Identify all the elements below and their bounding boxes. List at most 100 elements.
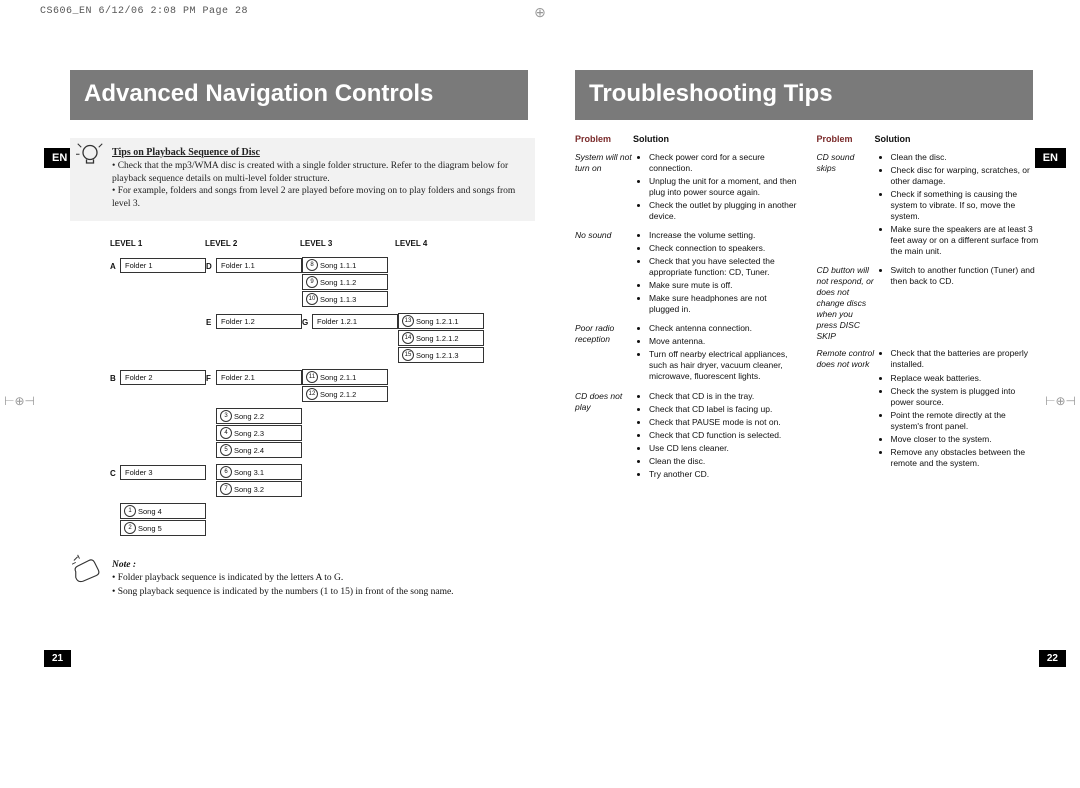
ts-solution-item: Check that you have selected the appropr… (649, 256, 799, 278)
header-solution: Solution (633, 134, 799, 146)
ts-solution: Check power cord for a secure connection… (637, 152, 799, 224)
title-troubleshooting: Troubleshooting Tips (575, 70, 1033, 120)
crop-mark-right: ⊢⊕⊣ (1045, 394, 1076, 408)
ts-solution-item: Make sure the speakers are at least 3 fe… (891, 224, 1041, 257)
ts-solution: Clean the disc. Check disc for warping, s… (879, 152, 1041, 259)
level-4: LEVEL 4 (395, 239, 490, 248)
ts-solution: Increase the volume setting. Check connec… (637, 230, 799, 317)
lang-tab-right: EN (1035, 148, 1066, 168)
ts-solution: Switch to another function (Tuner) and t… (879, 265, 1041, 342)
songs-root: 1Song 4 2Song 5 (120, 502, 206, 537)
ts-row: CD does not playCheck that CD is in the … (575, 391, 799, 482)
marker-f: F (206, 368, 216, 403)
ts-solution: Check antenna connection. Move antenna. Tu… (637, 323, 799, 384)
ts-solution-item: Check that the batteries are properly in… (891, 348, 1041, 370)
folder-1-2-1: Folder 1.2.1 (312, 314, 398, 329)
page-number-right: 22 (1039, 650, 1066, 667)
ts-solution-item: Check that CD is in the tray. (649, 391, 799, 402)
ts-solution-item: Increase the volume setting. (649, 230, 799, 241)
ts-solution-item: Check the system is plugged into power s… (891, 386, 1041, 408)
level-2: LEVEL 2 (205, 239, 300, 248)
ts-solution-item: Replace weak batteries. (891, 373, 1041, 384)
ts-solution-item: Check the outlet by plugging in another … (649, 200, 799, 222)
ts-problem: Remote control does not work (817, 348, 879, 470)
songs-d: 8Song 1.1.1 9Song 1.1.2 10Song 1.1.3 (302, 256, 388, 308)
print-header: CS606_EN 6/12/06 2:08 PM Page 28 (40, 6, 248, 17)
tips-line-1: • Check that the mp3/WMA disc is created… (112, 161, 508, 184)
tips-line-2: • For example, folders and songs from le… (112, 186, 515, 209)
ts-row: Remote control does not work Check that t… (817, 348, 1041, 470)
ts-solution-item: Move closer to the system. (891, 434, 1041, 445)
level-1: LEVEL 1 (110, 239, 205, 248)
ts-solution-item: Remove any obstacles between the remote … (891, 447, 1041, 469)
ts-solution-item: Clean the disc. (891, 152, 1041, 163)
marker-b: B (110, 368, 120, 403)
ts-problem: CD button will not respond, or does not … (817, 265, 879, 342)
ts-solution-item: Check connection to speakers. (649, 243, 799, 254)
level-3: LEVEL 3 (300, 239, 395, 248)
folder-2-1: Folder 2.1 (216, 370, 302, 385)
hand-icon (72, 553, 102, 583)
folder-1-1: Folder 1.1 (216, 258, 302, 273)
page-number-left: 21 (44, 650, 71, 667)
header-solution-2: Solution (875, 134, 1041, 146)
folder-diagram: LEVEL 1 LEVEL 2 LEVEL 3 LEVEL 4 A Folder… (110, 239, 535, 537)
crop-mark-top: ⊕ (534, 4, 546, 21)
note-box: Note : • Folder playback sequence is ind… (70, 559, 535, 599)
ts-solution-item: Clean the disc. (649, 456, 799, 467)
ts-row: CD button will not respond, or does not … (817, 265, 1041, 342)
ts-solution: Check that CD is in the tray. Check that … (637, 391, 799, 482)
ts-row: Poor radio receptionCheck antenna connec… (575, 323, 799, 384)
songs-b: 3Song 2.2 4Song 2.3 5Song 2.4 (216, 407, 302, 459)
ts-problem: Poor radio reception (575, 323, 637, 384)
ts-row: System will not turn onCheck power cord … (575, 152, 799, 224)
ts-solution-item: Switch to another function (Tuner) and t… (891, 265, 1041, 287)
note-line-2: • Song playback sequence is indicated by… (112, 587, 454, 597)
ts-solution-item: Check if something is causing the system… (891, 189, 1041, 222)
marker-g: G (302, 312, 312, 364)
songs-g: 13Song 1.2.1.1 14Song 1.2.1.2 15Song 1.2… (398, 312, 484, 364)
ts-solution-item: Make sure headphones are not plugged in. (649, 293, 799, 315)
folder-2: Folder 2 (120, 370, 206, 385)
ts-solution: Check that the batteries are properly in… (879, 348, 1041, 470)
folder-3: Folder 3 (120, 465, 206, 480)
songs-f: 11Song 2.1.1 12Song 2.1.2 (302, 368, 388, 403)
ts-solution-item: Point the remote directly at the system'… (891, 410, 1041, 432)
ts-solution-item: Make sure mute is off. (649, 280, 799, 291)
ts-solution-item: Use CD lens cleaner. (649, 443, 799, 454)
ts-solution-item: Move antenna. (649, 336, 799, 347)
page-right: Troubleshooting Tips EN Problem Solution… (575, 70, 1040, 599)
tips-heading: Tips on Playback Sequence of Disc (112, 147, 260, 158)
marker-d: D (206, 256, 216, 308)
note-line-1: • Folder playback sequence is indicated … (112, 573, 343, 583)
ts-solution-item: Turn off nearby electrical appliances, s… (649, 349, 799, 382)
ts-row: CD sound skips Clean the disc. Check disc … (817, 152, 1041, 259)
ts-problem: CD sound skips (817, 152, 879, 259)
marker-e: E (206, 312, 216, 364)
page-left: Advanced Navigation Controls EN Tips on … (70, 70, 535, 599)
ts-solution-item: Check that PAUSE mode is not on. (649, 417, 799, 428)
ts-row: No sound Increase the volume setting. Chec… (575, 230, 799, 317)
level-headers: LEVEL 1 LEVEL 2 LEVEL 3 LEVEL 4 (110, 239, 535, 248)
ts-solution-item: Check that CD function is selected. (649, 430, 799, 441)
folder-1: Folder 1 (120, 258, 206, 273)
ts-solution-item: Check antenna connection. (649, 323, 799, 334)
header-problem: Problem (575, 134, 633, 146)
songs-c: 6Song 3.1 7Song 3.2 (216, 463, 302, 498)
ts-solution-item: Check that CD label is facing up. (649, 404, 799, 415)
ts-column-2: Problem Solution CD sound skipsClean the… (817, 134, 1041, 488)
ts-column-1: Problem Solution System will not turn on… (575, 134, 799, 488)
ts-problem: No sound (575, 230, 637, 317)
marker-a: A (110, 256, 120, 308)
ts-problem: System will not turn on (575, 152, 637, 224)
lightbulb-icon (76, 142, 104, 170)
note-heading: Note : (112, 560, 136, 570)
marker-c: C (110, 463, 120, 498)
crop-mark-left: ⊢⊕⊣ (4, 394, 35, 408)
ts-problem: CD does not play (575, 391, 637, 482)
folder-1-2: Folder 1.2 (216, 314, 302, 329)
ts-solution-item: Unplug the unit for a moment, and then p… (649, 176, 799, 198)
ts-solution-item: Check disc for warping, scratches, or ot… (891, 165, 1041, 187)
header-problem-2: Problem (817, 134, 875, 146)
tips-box: Tips on Playback Sequence of Disc • Chec… (70, 138, 535, 221)
